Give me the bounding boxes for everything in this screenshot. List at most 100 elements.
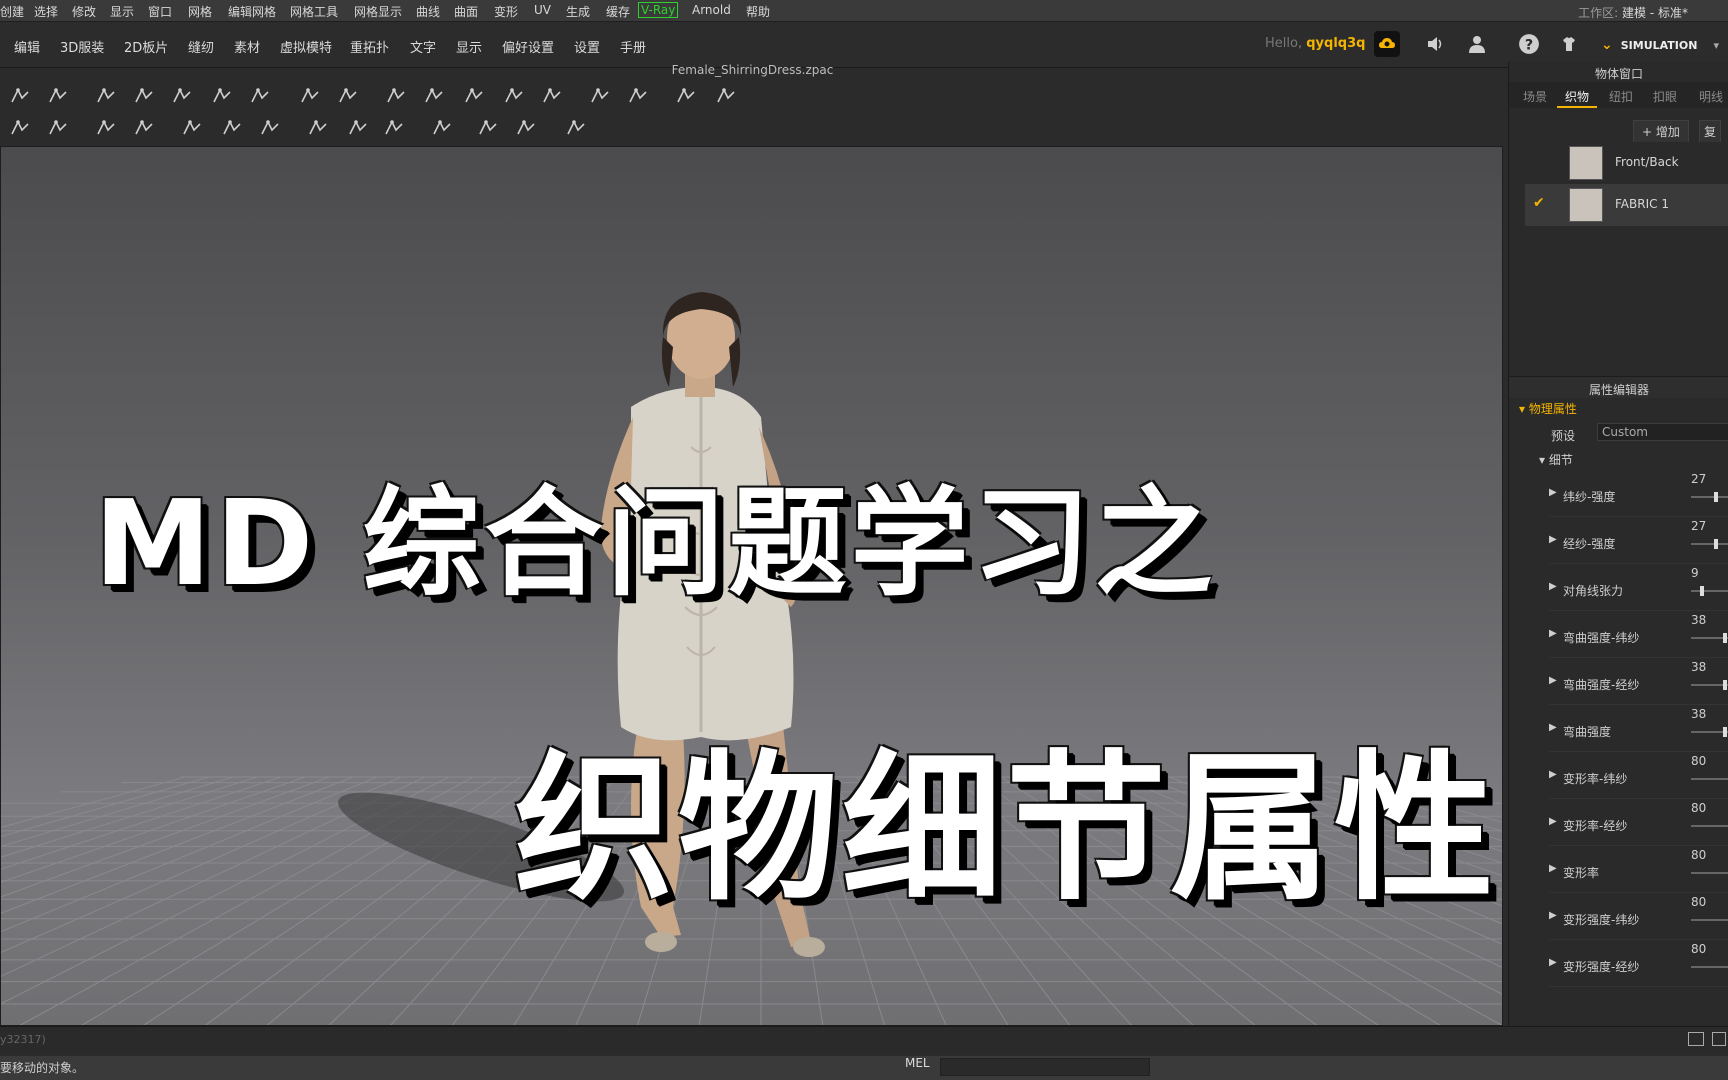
slider-knob[interactable] [1723, 680, 1727, 690]
property-slider[interactable] [1691, 727, 1728, 737]
simulation-button[interactable]: ⌄ SIMULATION ▾ [1601, 34, 1719, 56]
segment-sewing-icon[interactable] [92, 116, 120, 140]
menu-uv[interactable]: UV [534, 3, 551, 17]
expand-triangle-icon[interactable]: ▶ [1549, 863, 1557, 874]
fit-icon[interactable] [586, 84, 614, 108]
menu-deform[interactable]: 变形 [494, 3, 518, 20]
md-menu-manual[interactable]: 手册 [620, 37, 646, 56]
property-row[interactable]: ▶ 弯曲强度-纬纱 38 [1549, 611, 1728, 658]
property-slider[interactable] [1691, 872, 1728, 874]
md-menu-settings[interactable]: 设置 [574, 37, 600, 56]
menu-display[interactable]: 显示 [110, 3, 134, 20]
slider-knob[interactable] [1723, 633, 1727, 643]
expand-triangle-icon[interactable]: ▶ [1549, 487, 1557, 498]
menu-mesh-display[interactable]: 网格显示 [354, 3, 402, 20]
property-slider[interactable] [1691, 778, 1728, 780]
edit-curvature-icon[interactable] [168, 84, 196, 108]
speaker-icon[interactable] [1422, 31, 1448, 57]
expand-triangle-icon[interactable]: ▶ [1549, 769, 1557, 780]
md-menu-retopology[interactable]: 重拓扑 [350, 37, 389, 56]
menu-edit-mesh[interactable]: 编辑网格 [228, 3, 276, 20]
menu-modify[interactable]: 修改 [72, 3, 96, 20]
detail-subsection[interactable]: ▾ 细节 [1539, 451, 1573, 468]
md-menu-3d-garment[interactable]: 3D服装 [60, 37, 104, 56]
menu-window[interactable]: 窗口 [148, 3, 172, 20]
menu-cache[interactable]: 缓存 [606, 3, 630, 20]
move-point-icon[interactable] [92, 84, 120, 108]
tab-buttonhole[interactable]: 扣眼 [1653, 88, 1677, 105]
polygon-icon[interactable] [246, 84, 274, 108]
expand-triangle-icon[interactable]: ▶ [1549, 957, 1557, 968]
md-menu-text[interactable]: 文字 [410, 37, 436, 56]
property-value[interactable]: 80 [1691, 754, 1706, 768]
garment-icon[interactable] [460, 84, 488, 108]
multi-sewing-icon[interactable] [130, 116, 158, 140]
property-slider[interactable] [1691, 633, 1728, 643]
expand-triangle-icon[interactable]: ▶ [1549, 628, 1557, 639]
grid-icon[interactable] [672, 84, 700, 108]
md-menu-materials[interactable]: 素材 [234, 37, 260, 56]
dropdown-arrow-icon[interactable]: ▾ [1713, 39, 1719, 52]
property-row[interactable]: ▶ 纬纱-强度 27 [1549, 470, 1728, 517]
property-value[interactable]: 38 [1691, 660, 1706, 674]
property-value[interactable]: 80 [1691, 942, 1706, 956]
property-row[interactable]: ▶ 变形强度-纬纱 80 [1549, 893, 1728, 940]
buttonhole-icon[interactable] [344, 116, 372, 140]
property-row[interactable]: ▶ 弯曲强度-经纱 38 [1549, 658, 1728, 705]
slider-knob[interactable] [1700, 586, 1704, 596]
md-menu-edit[interactable]: 编辑 [14, 37, 40, 56]
internal-line-icon[interactable] [334, 84, 362, 108]
property-row[interactable]: ▶ 弯曲强度 38 [1549, 705, 1728, 752]
expand-triangle-icon[interactable]: ▶ [1549, 816, 1557, 827]
fabric-list-item[interactable]: Front/Back [1525, 142, 1728, 184]
slider-knob[interactable] [1714, 539, 1718, 549]
fold-icon[interactable] [382, 84, 410, 108]
property-value[interactable]: 9 [1691, 566, 1699, 580]
select-move-icon[interactable] [6, 84, 34, 108]
md-menu-sewing[interactable]: 缝纫 [188, 37, 214, 56]
expand-triangle-icon[interactable]: ▶ [1549, 910, 1557, 921]
property-row[interactable]: ▶ 变形率-经纱 80 [1549, 799, 1728, 846]
panel-toggle-icon[interactable] [1712, 1032, 1726, 1046]
edit-topstitch-icon[interactable] [512, 116, 540, 140]
expand-triangle-icon[interactable]: ▶ [1549, 675, 1557, 686]
md-menu-preferences[interactable]: 偏好设置 [502, 37, 554, 56]
preset-dropdown[interactable]: Custom [1597, 423, 1728, 441]
tab-scene[interactable]: 场景 [1523, 88, 1547, 105]
menu-help[interactable]: 帮助 [746, 3, 770, 20]
menu-select[interactable]: 选择 [34, 3, 58, 20]
3d-viewport[interactable]: MD 综合问题学习之 织物细节属性 [0, 146, 1503, 1026]
expand-triangle-icon[interactable]: ▶ [1549, 722, 1557, 733]
property-slider[interactable] [1691, 492, 1728, 502]
property-slider[interactable] [1691, 539, 1728, 549]
transform-icon[interactable] [44, 84, 72, 108]
shirt-icon[interactable] [624, 84, 652, 108]
sewing-icon[interactable] [6, 116, 34, 140]
menu-arnold[interactable]: Arnold [692, 3, 731, 17]
property-row[interactable]: ▶ 变形率-纬纱 80 [1549, 752, 1728, 799]
property-slider[interactable] [1691, 680, 1728, 690]
zipper-icon[interactable] [428, 116, 456, 140]
property-value[interactable]: 80 [1691, 848, 1706, 862]
property-row[interactable]: ▶ 变形率 80 [1549, 846, 1728, 893]
property-slider[interactable] [1691, 586, 1728, 596]
slider-knob[interactable] [1723, 727, 1727, 737]
mesh-icon[interactable] [712, 84, 740, 108]
free-sewing-icon[interactable] [44, 116, 72, 140]
tab-fabric[interactable]: 织物 [1565, 88, 1589, 105]
property-row[interactable]: ▶ 经纱-强度 27 [1549, 517, 1728, 564]
menu-generate[interactable]: 生成 [566, 3, 590, 20]
tack-icon[interactable] [420, 84, 448, 108]
menu-vray[interactable]: V-Ray [638, 2, 679, 18]
menu-create[interactable]: 创建 [0, 3, 24, 20]
property-value[interactable]: 80 [1691, 801, 1706, 815]
username[interactable]: qyqlq3q [1306, 36, 1365, 51]
garment-add-icon[interactable] [1556, 31, 1582, 57]
layout-toggle-icon[interactable] [1688, 1032, 1704, 1046]
rectangle-icon[interactable] [296, 84, 324, 108]
mel-label[interactable]: MEL [905, 1056, 930, 1070]
property-value[interactable]: 27 [1691, 472, 1706, 486]
expand-triangle-icon[interactable]: ▶ [1549, 581, 1557, 592]
topstitch-icon[interactable] [474, 116, 502, 140]
button-icon[interactable] [304, 116, 332, 140]
